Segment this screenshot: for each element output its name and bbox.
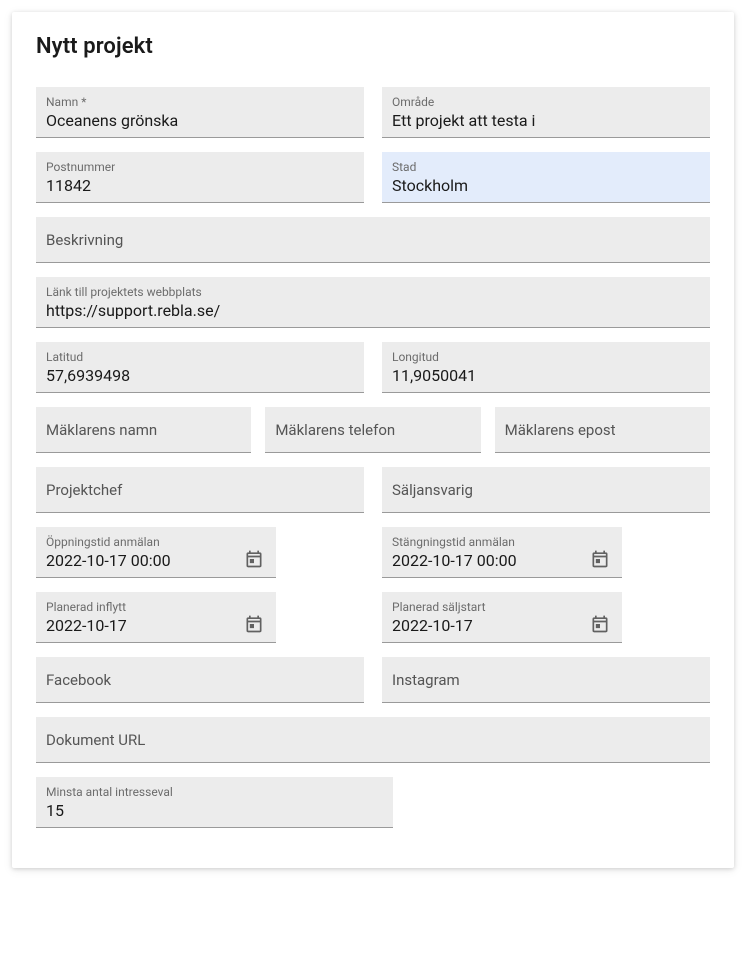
planned-salestart-label: Planerad säljstart (392, 600, 590, 614)
closing-time-value: 2022-10-17 00:00 (392, 551, 590, 571)
opening-time-field[interactable]: Öppningstid anmälan 2022-10-17 00:00 (36, 527, 276, 578)
broker-email-label: Mäklarens epost (505, 423, 616, 437)
website-field[interactable]: Länk till projektets webbplats https://s… (36, 277, 710, 328)
latitude-field[interactable]: Latitud 57,6939498 (36, 342, 364, 393)
latitude-value: 57,6939498 (46, 366, 354, 386)
longitude-label: Longitud (392, 350, 700, 364)
document-url-label: Dokument URL (46, 733, 145, 747)
longitude-value: 11,9050041 (392, 366, 700, 386)
broker-email-field[interactable]: Mäklarens epost (495, 407, 710, 453)
new-project-form: Nytt projekt Namn * Oceanens grönska Omr… (12, 12, 734, 868)
min-interest-value: 15 (46, 801, 383, 821)
area-label: Område (392, 95, 700, 109)
opening-time-label: Öppningstid anmälan (46, 535, 244, 549)
area-value: Ett projekt att testa i (392, 111, 700, 131)
facebook-label: Facebook (46, 673, 111, 687)
area-field[interactable]: Område Ett projekt att testa i (382, 87, 710, 138)
instagram-field[interactable]: Instagram (382, 657, 710, 703)
planned-salestart-field[interactable]: Planerad säljstart 2022-10-17 (382, 592, 622, 643)
website-value: https://support.rebla.se/ (46, 301, 700, 321)
calendar-icon[interactable] (590, 614, 610, 634)
calendar-icon[interactable] (244, 614, 264, 634)
facebook-field[interactable]: Facebook (36, 657, 364, 703)
description-label: Beskrivning (46, 233, 123, 247)
postcode-label: Postnummer (46, 160, 354, 174)
planned-movein-value: 2022-10-17 (46, 616, 244, 636)
project-manager-label: Projektchef (46, 483, 122, 497)
planned-movein-label: Planerad inflytt (46, 600, 244, 614)
latitude-label: Latitud (46, 350, 354, 364)
document-url-field[interactable]: Dokument URL (36, 717, 710, 763)
name-value: Oceanens grönska (46, 111, 354, 131)
planned-movein-field[interactable]: Planerad inflytt 2022-10-17 (36, 592, 276, 643)
min-interest-field[interactable]: Minsta antal intresseval 15 (36, 777, 393, 828)
name-field[interactable]: Namn * Oceanens grönska (36, 87, 364, 138)
city-value: Stockholm (392, 176, 700, 196)
sales-lead-label: Säljansvarig (392, 483, 473, 497)
city-field[interactable]: Stad Stockholm (382, 152, 710, 203)
name-label: Namn * (46, 95, 354, 109)
broker-name-field[interactable]: Mäklarens namn (36, 407, 251, 453)
postcode-field[interactable]: Postnummer 11842 (36, 152, 364, 203)
postcode-value: 11842 (46, 176, 354, 196)
planned-salestart-value: 2022-10-17 (392, 616, 590, 636)
min-interest-label: Minsta antal intresseval (46, 785, 383, 799)
instagram-label: Instagram (392, 673, 460, 687)
project-manager-field[interactable]: Projektchef (36, 467, 364, 513)
sales-lead-field[interactable]: Säljansvarig (382, 467, 710, 513)
description-field[interactable]: Beskrivning (36, 217, 710, 263)
calendar-icon[interactable] (244, 549, 264, 569)
website-label: Länk till projektets webbplats (46, 285, 700, 299)
city-label: Stad (392, 160, 700, 174)
opening-time-value: 2022-10-17 00:00 (46, 551, 244, 571)
closing-time-field[interactable]: Stängningstid anmälan 2022-10-17 00:00 (382, 527, 622, 578)
longitude-field[interactable]: Longitud 11,9050041 (382, 342, 710, 393)
calendar-icon[interactable] (590, 549, 610, 569)
page-title: Nytt projekt (36, 34, 710, 59)
broker-name-label: Mäklarens namn (46, 423, 157, 437)
broker-phone-field[interactable]: Mäklarens telefon (265, 407, 480, 453)
broker-phone-label: Mäklarens telefon (275, 423, 395, 437)
closing-time-label: Stängningstid anmälan (392, 535, 590, 549)
